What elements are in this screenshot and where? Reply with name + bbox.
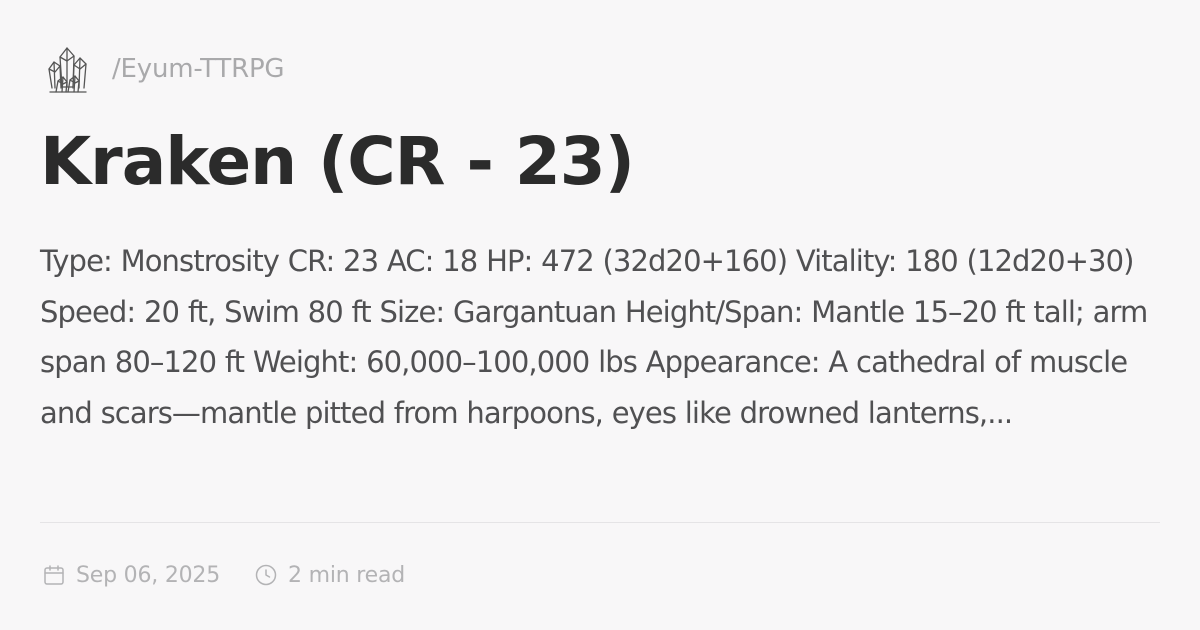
read-time-text: 2 min read [288, 562, 406, 588]
social-card: /Eyum-TTRPG Kraken (CR - 23) Type: Monst… [0, 0, 1200, 630]
read-time: 2 min read [254, 563, 405, 588]
site-header[interactable]: /Eyum-TTRPG [46, 42, 285, 96]
article-excerpt: Type: Monstrosity CR: 23 AC: 18 HP: 472 … [40, 244, 1148, 430]
clock-icon [255, 564, 277, 586]
publish-date: Sep 06, 2025 [42, 563, 220, 588]
calendar-icon [44, 565, 64, 585]
crystal-cluster-icon [48, 47, 87, 93]
publish-date-text: Sep 06, 2025 [76, 562, 221, 588]
site-path[interactable]: /Eyum-TTRPG [112, 54, 285, 84]
article-meta: Sep 06, 2025 2 min read [42, 558, 405, 592]
divider [40, 522, 1160, 523]
article-title: Kraken (CR - 23) [40, 123, 635, 200]
